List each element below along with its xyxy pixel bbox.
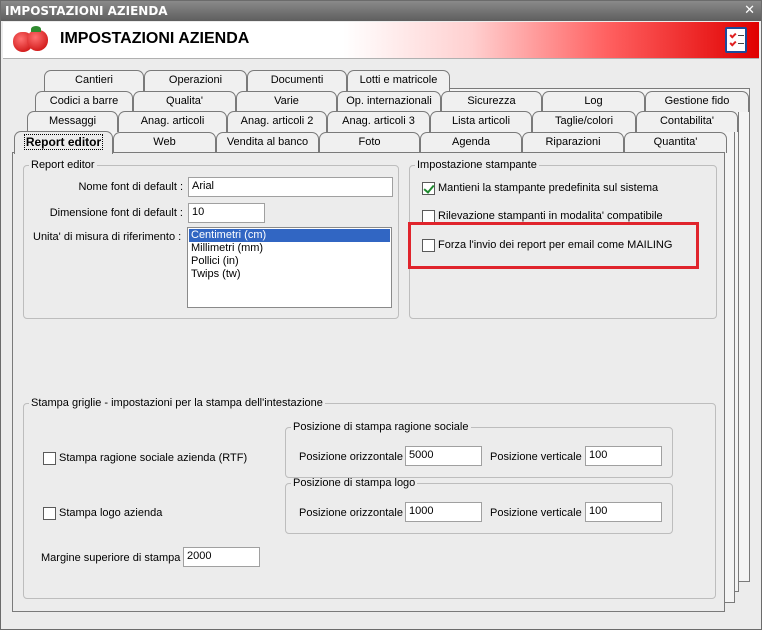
force-mailing-checkbox[interactable] — [422, 239, 435, 252]
name-vertical-label: Posizione verticale — [490, 451, 582, 463]
tab-taglie-colori[interactable]: Taglie/colori — [532, 111, 636, 132]
keep-default-printer-checkbox[interactable] — [422, 182, 435, 195]
tab-lotti-matricole[interactable]: Lotti e matricole — [347, 70, 450, 91]
tab-anag-articoli[interactable]: Anag. articoli — [118, 111, 227, 132]
compat-printer-label[interactable]: Rilevazione stampanti in modalita' compa… — [438, 210, 663, 222]
unit-option-mm[interactable]: Millimetri (mm) — [189, 242, 390, 255]
unit-label: Unita' di misura di riferimento : — [33, 231, 182, 243]
header-title: IMPOSTAZIONI AZIENDA — [60, 30, 250, 47]
tab-report-editor-label: Report editor — [23, 134, 104, 150]
tab-contabilita[interactable]: Contabilita' — [636, 111, 738, 132]
tab-web[interactable]: Web — [113, 132, 216, 153]
tab-qualita[interactable]: Qualita' — [133, 91, 236, 112]
settings-window: IMPOSTAZIONI AZIENDA ✕ IMPOSTAZIONI AZIE… — [0, 0, 762, 630]
logo-vertical-label: Posizione verticale — [490, 507, 582, 519]
tab-anag-articoli-3[interactable]: Anag. articoli 3 — [327, 111, 430, 132]
print-logo-checkbox[interactable] — [43, 507, 56, 520]
checklist-icon[interactable] — [725, 27, 747, 53]
print-company-name-checkbox[interactable] — [43, 452, 56, 465]
tab-foto[interactable]: Foto — [319, 132, 420, 153]
title-bar: IMPOSTAZIONI AZIENDA ✕ — [1, 1, 761, 21]
tab-sicurezza[interactable]: Sicurezza — [441, 91, 542, 112]
report-editor-page: Report editor Nome font di default : Ari… — [12, 152, 725, 612]
tab-log[interactable]: Log — [542, 91, 645, 112]
unit-option-tw[interactable]: Twips (tw) — [189, 268, 390, 281]
unit-option-in[interactable]: Pollici (in) — [189, 255, 390, 268]
grid-print-legend: Stampa griglie - impostazioni per la sta… — [31, 397, 323, 409]
unit-option-cm[interactable]: Centimetri (cm) — [189, 229, 390, 242]
default-font-size-input[interactable]: 10 — [188, 203, 265, 223]
tab-anag-articoli-2[interactable]: Anag. articoli 2 — [227, 111, 327, 132]
name-vertical-input[interactable]: 100 — [585, 446, 662, 466]
close-icon[interactable]: ✕ — [744, 3, 755, 18]
tab-vendita-al-banco[interactable]: Vendita al banco — [216, 132, 319, 153]
tab-op-internazionali[interactable]: Op. internazionali — [337, 91, 441, 112]
keep-default-printer-label[interactable]: Mantieni la stampante predefinita sul si… — [438, 182, 658, 194]
print-company-name-label[interactable]: Stampa ragione sociale azienda (RTF) — [59, 452, 247, 464]
window-title: IMPOSTAZIONI AZIENDA — [5, 4, 168, 18]
unit-listbox[interactable]: Centimetri (cm) Millimetri (mm) Pollici … — [187, 227, 392, 308]
tab-quantita[interactable]: Quantita' — [624, 132, 727, 153]
printer-legend: Impostazione stampante — [417, 159, 537, 171]
tab-lista-articoli[interactable]: Lista articoli — [430, 111, 532, 132]
top-margin-input[interactable]: 2000 — [183, 547, 260, 567]
header-banner: IMPOSTAZIONI AZIENDA — [3, 22, 759, 59]
tab-documenti[interactable]: Documenti — [247, 70, 347, 91]
logo-vertical-input[interactable]: 100 — [585, 502, 662, 522]
name-horizontal-label: Posizione orizzontale — [299, 451, 403, 463]
force-mailing-label[interactable]: Forza l'invio dei report per email come … — [438, 239, 672, 251]
name-position-legend: Posizione di stampa ragione sociale — [293, 421, 469, 433]
default-font-input[interactable]: Arial — [188, 177, 393, 197]
report-editor-legend: Report editor — [31, 159, 95, 171]
default-font-label: Nome font di default : — [78, 181, 183, 193]
tab-varie[interactable]: Varie — [236, 91, 337, 112]
print-logo-label[interactable]: Stampa logo azienda — [59, 507, 162, 519]
logo-horizontal-input[interactable]: 1000 — [405, 502, 482, 522]
logo-position-legend: Posizione di stampa logo — [293, 477, 416, 489]
tab-cantieri[interactable]: Cantieri — [44, 70, 144, 91]
top-margin-label: Margine superiore di stampa — [41, 552, 181, 564]
logo-horizontal-label: Posizione orizzontale — [299, 507, 403, 519]
tab-report-editor[interactable]: Report editor — [14, 131, 113, 154]
tab-agenda[interactable]: Agenda — [420, 132, 522, 153]
tab-operazioni[interactable]: Operazioni — [144, 70, 247, 91]
tab-messaggi[interactable]: Messaggi — [27, 111, 118, 132]
default-font-size-label: Dimensione font di default : — [49, 207, 183, 219]
strawberries-icon — [11, 26, 51, 54]
name-horizontal-input[interactable]: 5000 — [405, 446, 482, 466]
tab-codici-a-barre[interactable]: Codici a barre — [35, 91, 133, 112]
tab-riparazioni[interactable]: Riparazioni — [522, 132, 624, 153]
tab-gestione-fido[interactable]: Gestione fido — [645, 91, 749, 112]
